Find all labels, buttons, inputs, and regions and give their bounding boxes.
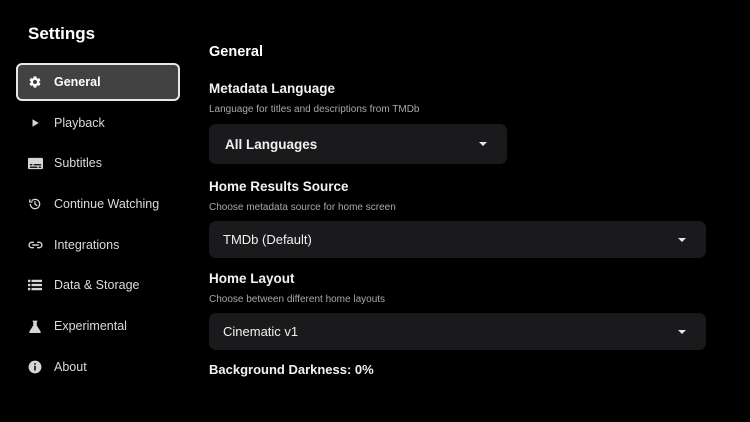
dropdown-value: TMDb (Default) [223,232,312,247]
sidebar-item-label: Integrations [54,237,120,252]
sidebar-title: Settings [28,24,96,43]
section-title: General [209,44,263,60]
home-layout-dropdown[interactable]: Cinematic v1 [209,313,706,350]
caret-down-icon [479,142,487,146]
sidebar-nav: General Playback Subtitles Continue Watc… [16,63,180,389]
sidebar-item-label: Subtitles [54,156,102,171]
sidebar-item-label: Experimental [54,319,127,334]
home-results-source-description: Choose metadata source for home screen [209,202,396,213]
sidebar: Settings General Playback Subtitles Cont… [0,0,190,422]
list-icon [27,277,43,293]
home-results-source-label: Home Results Source [209,179,349,194]
sidebar-item-general[interactable]: General [16,63,180,101]
sidebar-item-label: General [54,75,101,89]
link-icon [27,237,43,253]
dropdown-value: Cinematic v1 [223,324,299,339]
sidebar-item-experimental[interactable]: Experimental [16,307,180,345]
sidebar-item-label: Data & Storage [54,278,140,293]
general-settings-panel: General Metadata Language Language for t… [209,0,709,422]
caret-down-icon [678,237,686,242]
info-icon [27,359,43,375]
sidebar-item-data-storage[interactable]: Data & Storage [16,266,180,304]
sidebar-item-integrations[interactable]: Integrations [16,226,180,264]
metadata-language-dropdown[interactable]: All Languages [209,124,507,164]
metadata-language-label: Metadata Language [209,81,336,96]
settings-screen: Settings General Playback Subtitles Cont… [0,0,750,422]
background-darkness-label: Background Darkness: 0% [209,362,374,377]
home-results-source-dropdown[interactable]: TMDb (Default) [209,221,706,258]
metadata-language-description: Language for titles and descriptions fro… [209,104,420,115]
sidebar-item-about[interactable]: About [16,348,180,386]
sidebar-item-playback[interactable]: Playback [16,104,180,142]
caret-down-icon [678,329,686,334]
history-icon [27,196,43,212]
home-layout-description: Choose between different home layouts [209,294,386,305]
sidebar-item-continue-watching[interactable]: Continue Watching [16,185,180,223]
dropdown-value: All Languages [225,136,318,152]
play-icon [27,115,43,131]
home-layout-label: Home Layout [209,271,295,286]
subtitles-icon [27,155,43,171]
gear-icon [27,74,43,90]
sidebar-item-label: Continue Watching [54,197,160,212]
sidebar-item-label: Playback [54,115,105,130]
sidebar-item-subtitles[interactable]: Subtitles [16,144,180,182]
flask-icon [27,318,43,334]
sidebar-item-label: About [54,359,87,374]
